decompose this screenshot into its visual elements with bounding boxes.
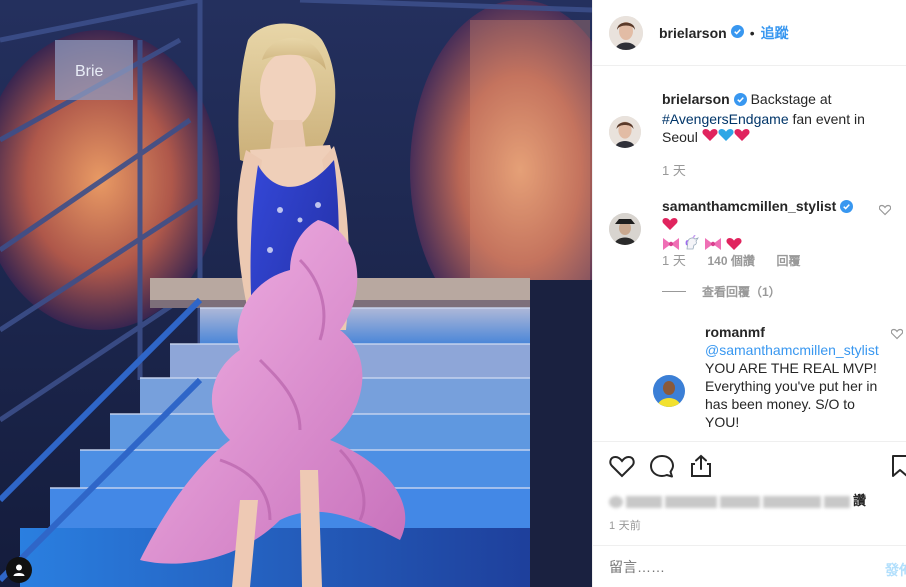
action-icons [609, 454, 727, 478]
caption-text: brielarson Backstage at #AvengersEndgame… [662, 90, 881, 146]
comment-username[interactable]: samanthamcmillen_stylist [662, 198, 836, 214]
separator-dot: • [749, 24, 755, 41]
post-photo[interactable]: Brie [0, 0, 592, 587]
view-replies-label: 查看回覆（1） [702, 285, 781, 299]
liker-names-blurred [763, 495, 821, 508]
share-icon[interactable] [689, 454, 713, 478]
post-timestamp[interactable]: 1 天前 [609, 517, 641, 533]
comments-list[interactable]: brielarson Backstage at #AvengersEndgame… [593, 67, 906, 440]
liker-names-blurred [665, 495, 717, 508]
comment-likes[interactable]: 140 個讚 [707, 254, 754, 268]
comment-text: samanthamcmillen_stylist [662, 197, 871, 255]
liker-names-blurred [720, 495, 760, 508]
comment-time[interactable]: 1 天 [662, 253, 686, 268]
reply-item: romanmf @samanthamcmillen_stylist YOU AR… [653, 323, 904, 438]
replies-divider [662, 291, 686, 292]
like-comment-heart-icon[interactable] [878, 203, 892, 219]
liker-names-blurred [626, 495, 662, 508]
like-reply-heart-icon[interactable] [890, 327, 904, 343]
add-comment-bar: 發佈 [593, 545, 906, 587]
hashtag-link[interactable]: #AvengersEndgame [662, 111, 789, 127]
comment-meta: 1 天 140 個讚 回覆 [662, 250, 818, 269]
reply-text: romanmf @samanthamcmillen_stylist YOU AR… [705, 323, 891, 431]
tagged-user-button[interactable] [6, 557, 32, 583]
caption-meta: 1 天 [662, 160, 704, 179]
post-comment-button[interactable]: 發佈 [885, 560, 906, 580]
reply-avatar[interactable] [653, 375, 685, 407]
caption-username[interactable]: brielarson [662, 91, 730, 107]
likes-suffix: 讚 [853, 493, 867, 508]
blue-heart-emoji-icon [718, 129, 734, 145]
sign-text: Brie [75, 63, 104, 80]
post-actions: 讚 1 天前 [593, 441, 906, 545]
likes-summary[interactable]: 讚 [609, 490, 866, 509]
liker-avatars-blurred [609, 495, 623, 508]
follow-button[interactable]: 追蹤 [761, 23, 789, 43]
author-username[interactable]: brielarson [659, 25, 727, 41]
comment-icon[interactable] [649, 454, 675, 478]
post-side-panel: brielarson • 追蹤 brielarson Backstage at … [592, 0, 906, 587]
red-heart-emoji-icon [734, 129, 750, 145]
caption-item: brielarson Backstage at #AvengersEndgame… [609, 67, 891, 187]
like-count-blurred [824, 495, 850, 508]
verified-badge-icon [733, 92, 747, 110]
verified-badge-icon [840, 199, 854, 217]
view-replies-button[interactable]: 查看回覆（1） [662, 283, 781, 300]
caption-avatar[interactable] [609, 116, 641, 148]
author-avatar[interactable] [609, 15, 643, 50]
mention-link[interactable]: @samanthamcmillen_stylist [705, 342, 879, 358]
reply-body: YOU ARE THE REAL MVP! Everything you've … [705, 360, 878, 430]
instagram-post-modal: Brie brielarson • 追蹤 brielarson Backstag… [0, 0, 906, 587]
backstage-photo-illustration: Brie [0, 0, 592, 587]
reply-username[interactable]: romanmf [705, 324, 765, 340]
verified-badge-icon [730, 24, 744, 41]
bookmark-icon[interactable] [891, 454, 906, 481]
caption-time[interactable]: 1 天 [662, 163, 686, 178]
commenter-avatar[interactable] [609, 213, 641, 245]
reply-button[interactable]: 回覆 [776, 254, 800, 268]
red-heart-emoji-icon [702, 129, 718, 145]
post-header: brielarson • 追蹤 [593, 0, 906, 66]
heart-icon[interactable] [609, 454, 635, 478]
comment-input[interactable] [609, 558, 849, 575]
red-heart-emoji-icon [662, 218, 678, 234]
user-icon [13, 564, 25, 576]
caption-text-before: Backstage at [746, 91, 832, 107]
